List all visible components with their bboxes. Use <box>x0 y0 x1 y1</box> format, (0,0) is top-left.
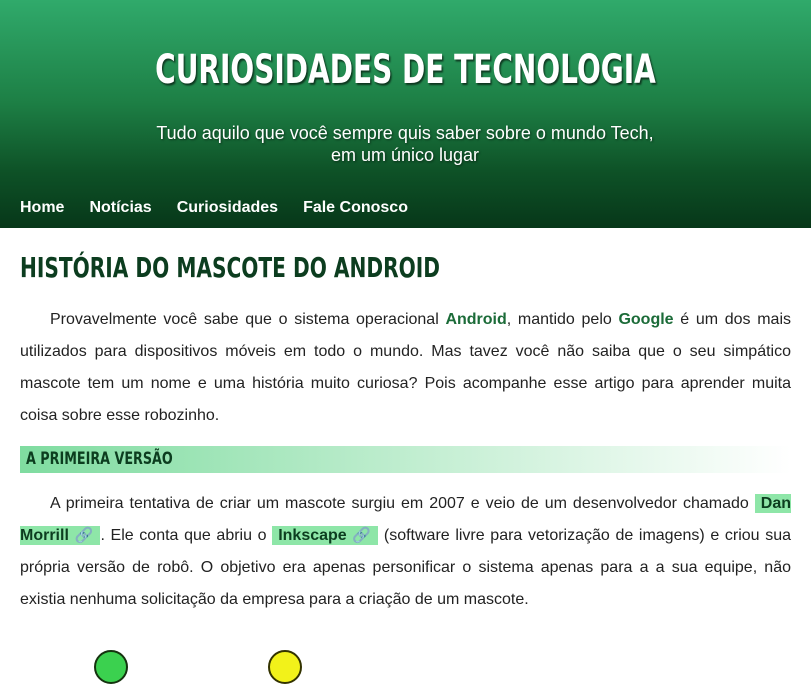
intro-paragraph: Provavelmente você sabe que o sistema op… <box>20 304 791 432</box>
google-keyword: Google <box>618 311 674 328</box>
nav-curiosidades[interactable]: Curiosidades <box>177 198 278 218</box>
article-title: HISTÓRIA DO MASCOTE DO ANDROID <box>20 251 440 284</box>
android-robot-yellow-image <box>268 650 302 684</box>
link-icon: 🔗 <box>74 527 95 544</box>
link-icon: 🔗 <box>352 527 373 544</box>
android-robot-green-image <box>94 650 128 684</box>
site-header: CURIOSIDADES DE TECNOLOGIA Tudo aquilo q… <box>0 0 811 228</box>
android-keyword: Android <box>445 311 507 328</box>
article: HISTÓRIA DO MASCOTE DO ANDROID Provavelm… <box>20 228 791 608</box>
nav-noticias[interactable]: Notícias <box>89 198 151 218</box>
inkscape-link[interactable]: Inkscape 🔗 <box>272 526 379 545</box>
section-text-1: A primeira tentativa de criar um mascote… <box>50 495 755 512</box>
main-nav: Home Notícias Curiosidades Fale Conosco <box>20 198 433 218</box>
site-subtitle: Tudo aquilo que você sempre quis saber s… <box>156 123 654 165</box>
intro-text-1: Provavelmente você sabe que o sistema op… <box>50 311 446 328</box>
section-paragraph: A primeira tentativa de criar um mascote… <box>20 488 791 616</box>
inkscape-link-label: Inkscape <box>278 527 347 544</box>
section-title: A PRIMEIRA VERSÃO <box>26 449 173 469</box>
site-title: CURIOSIDADES DE TECNOLOGIA <box>155 47 656 93</box>
section-header-bar: A PRIMEIRA VERSÃO <box>20 446 791 473</box>
intro-text-2: , mantido pelo <box>506 311 619 328</box>
nav-fale-conosco[interactable]: Fale Conosco <box>303 198 408 218</box>
nav-home[interactable]: Home <box>20 198 64 218</box>
section-text-2: . Ele conta que abriu o <box>100 527 273 544</box>
